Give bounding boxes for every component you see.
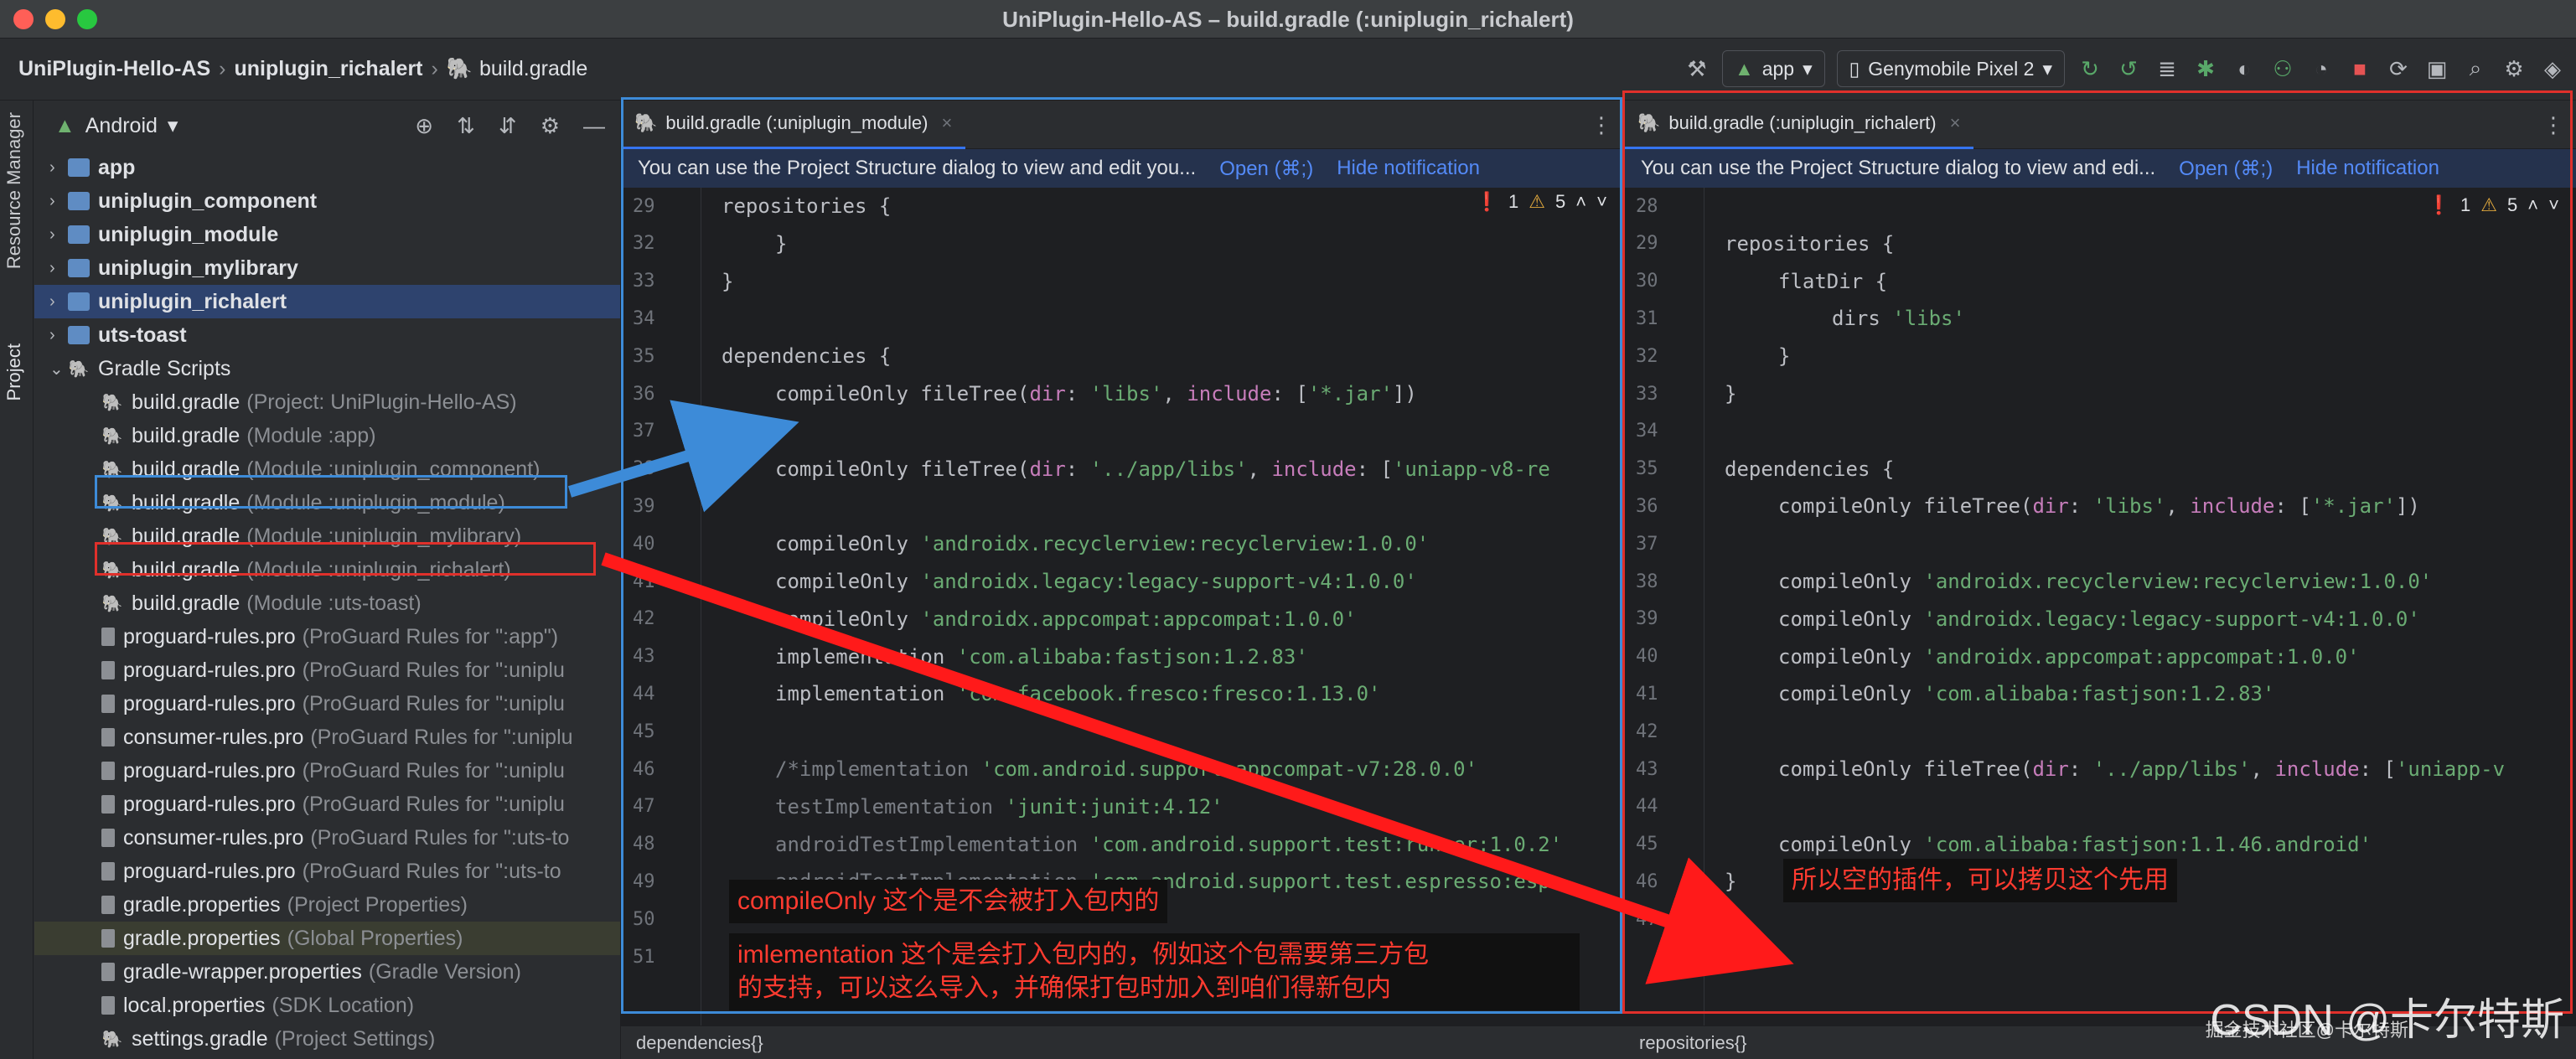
watermark: CSDN @卡尔特斯 (2210, 996, 2564, 1045)
implementation-callout-line-1: imlementation 这个是会打入包内的，例如这个包需要第三方包 (737, 941, 1430, 969)
implementation-callout: imlementation 这个是会打入包内的，例如这个包需要第三方包 的支持，… (729, 933, 1580, 1010)
blue-arrow (567, 400, 799, 513)
compile-only-callout: compileOnly 这个是不会被打入包内的 (729, 880, 1168, 923)
annotation-arrows (567, 400, 1794, 984)
right-callout: 所以空的插件，可以拷贝这个先用 (1783, 859, 2177, 902)
implementation-callout-line-2: 的支持，可以这么导入，并确保打包时加入到咱们得新包内 (737, 974, 1391, 1002)
